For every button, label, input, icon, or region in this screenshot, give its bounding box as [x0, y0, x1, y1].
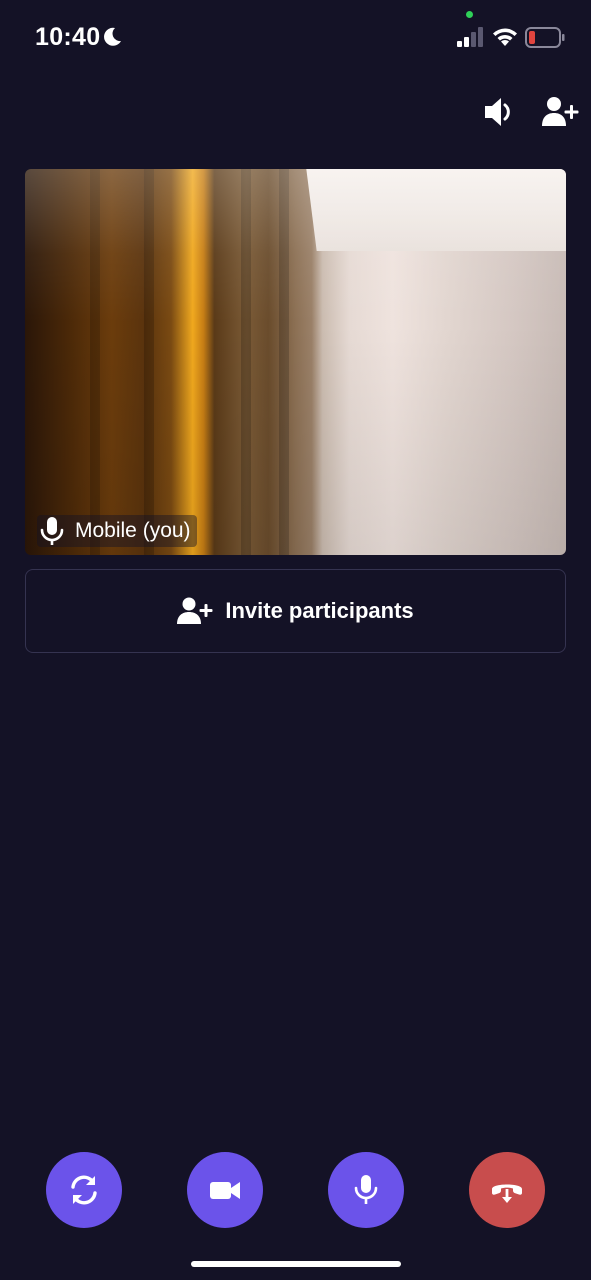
- microphone-icon: [40, 517, 64, 545]
- video-camera-icon: [210, 1182, 240, 1199]
- end-call-button[interactable]: [469, 1152, 545, 1228]
- add-person-icon: [177, 597, 213, 624]
- participant-label: Mobile (you): [37, 515, 197, 547]
- flip-camera-button[interactable]: [46, 1152, 122, 1228]
- status-time: 10:40: [35, 23, 101, 51]
- status-bar: 10:40: [0, 0, 591, 74]
- signal-icon: [457, 27, 483, 47]
- speaker-icon: [485, 98, 510, 126]
- privacy-indicator-dot: [466, 11, 473, 18]
- battery-icon: [525, 27, 565, 48]
- self-video-tile[interactable]: Mobile (you): [25, 169, 566, 555]
- invite-participants-button[interactable]: Invite participants: [25, 569, 566, 653]
- toggle-mic-button[interactable]: [328, 1152, 404, 1228]
- camera-switch-icon: [71, 1175, 97, 1205]
- add-participant-button[interactable]: [541, 96, 579, 128]
- wifi-icon: [493, 28, 517, 46]
- home-indicator[interactable]: [191, 1261, 401, 1267]
- speaker-button[interactable]: [481, 94, 517, 130]
- toggle-video-button[interactable]: [187, 1152, 263, 1228]
- hang-up-icon: [492, 1184, 522, 1203]
- moon-icon: [104, 27, 121, 46]
- participant-name: Mobile (you): [75, 519, 191, 542]
- invite-participants-label: Invite participants: [225, 598, 414, 623]
- add-person-icon: [542, 97, 579, 126]
- video-shade: [25, 169, 566, 555]
- microphone-icon: [354, 1175, 378, 1204]
